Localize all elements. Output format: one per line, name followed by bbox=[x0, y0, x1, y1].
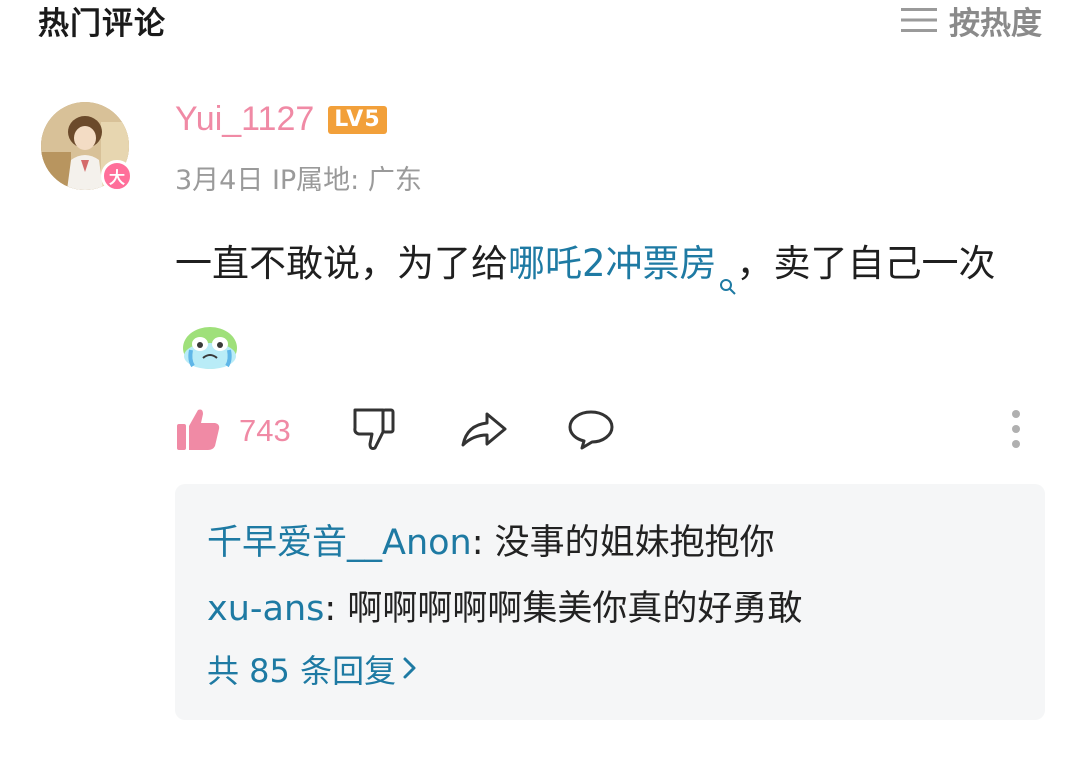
like-button[interactable]: 743 bbox=[175, 404, 291, 458]
topic-link[interactable]: 哪吒2冲票房 bbox=[508, 242, 737, 295]
search-icon bbox=[719, 248, 737, 320]
reply-text: 没事的姐妹抱抱你 bbox=[494, 523, 775, 563]
dislike-button[interactable] bbox=[351, 404, 399, 458]
comment-text: 一直不敢说，为了给哪吒2冲票房 ，卖了自己一次 bbox=[175, 228, 1025, 394]
vertical-dots-icon bbox=[1010, 408, 1022, 454]
reply-text: 啊啊啊啊啊集美你真的好勇敢 bbox=[347, 589, 803, 629]
reply-preview-box[interactable]: 千早爱音__Anon: 没事的姐妹抱抱你 xu-ans: 啊啊啊啊啊集美你真的好… bbox=[175, 484, 1045, 720]
comment-bubble-icon bbox=[567, 408, 615, 454]
avatar[interactable]: 大 bbox=[41, 102, 133, 194]
sort-label: 按热度 bbox=[949, 5, 1042, 42]
user-line: Yui_1127 LV5 bbox=[175, 100, 387, 139]
level-badge: LV5 bbox=[328, 105, 387, 134]
comment-meta: 3月4日 IP属地: 广东 bbox=[175, 165, 422, 196]
topic-label: 哪吒2冲票房 bbox=[508, 242, 717, 285]
comment-text-before: 一直不敢说，为了给 bbox=[175, 242, 508, 285]
chevron-right-icon bbox=[402, 650, 418, 688]
sort-button[interactable]: 按热度 bbox=[901, 0, 1042, 43]
section-title: 热门评论 bbox=[38, 5, 166, 42]
username[interactable]: Yui_1127 bbox=[175, 100, 314, 139]
more-options-button[interactable] bbox=[1010, 404, 1022, 458]
vip-badge: 大 bbox=[101, 160, 133, 192]
view-all-replies-link[interactable]: 共 85 条回复 bbox=[207, 646, 418, 692]
comment-text-after: ，卖了自己一次 bbox=[736, 242, 996, 285]
share-icon bbox=[459, 409, 509, 453]
view-all-replies-label: 共 85 条回复 bbox=[207, 652, 397, 690]
crying-face-emoji bbox=[181, 322, 239, 394]
reply-separator: : bbox=[471, 523, 495, 563]
thumbs-up-icon bbox=[175, 406, 221, 456]
like-count: 743 bbox=[239, 413, 291, 448]
action-bar: 743 bbox=[175, 404, 1035, 458]
menu-lines-icon bbox=[901, 5, 937, 35]
reply-username[interactable]: xu-ans bbox=[207, 589, 324, 629]
reply-username[interactable]: 千早爱音__Anon bbox=[207, 523, 472, 563]
reply-item[interactable]: xu-ans: 啊啊啊啊啊集美你真的好勇敢 bbox=[207, 580, 802, 631]
section-header: 热门评论 按热度 bbox=[38, 0, 1042, 43]
share-button[interactable] bbox=[459, 404, 509, 458]
reply-item[interactable]: 千早爱音__Anon: 没事的姐妹抱抱你 bbox=[207, 514, 775, 565]
reply-button[interactable] bbox=[567, 404, 615, 458]
reply-separator: : bbox=[324, 589, 348, 629]
thumbs-down-icon bbox=[351, 406, 399, 456]
comment-page: 热门评论 按热度 大 Yui_1127 LV5 3月4日 IP属地: 广东 一直… bbox=[0, 0, 1080, 768]
